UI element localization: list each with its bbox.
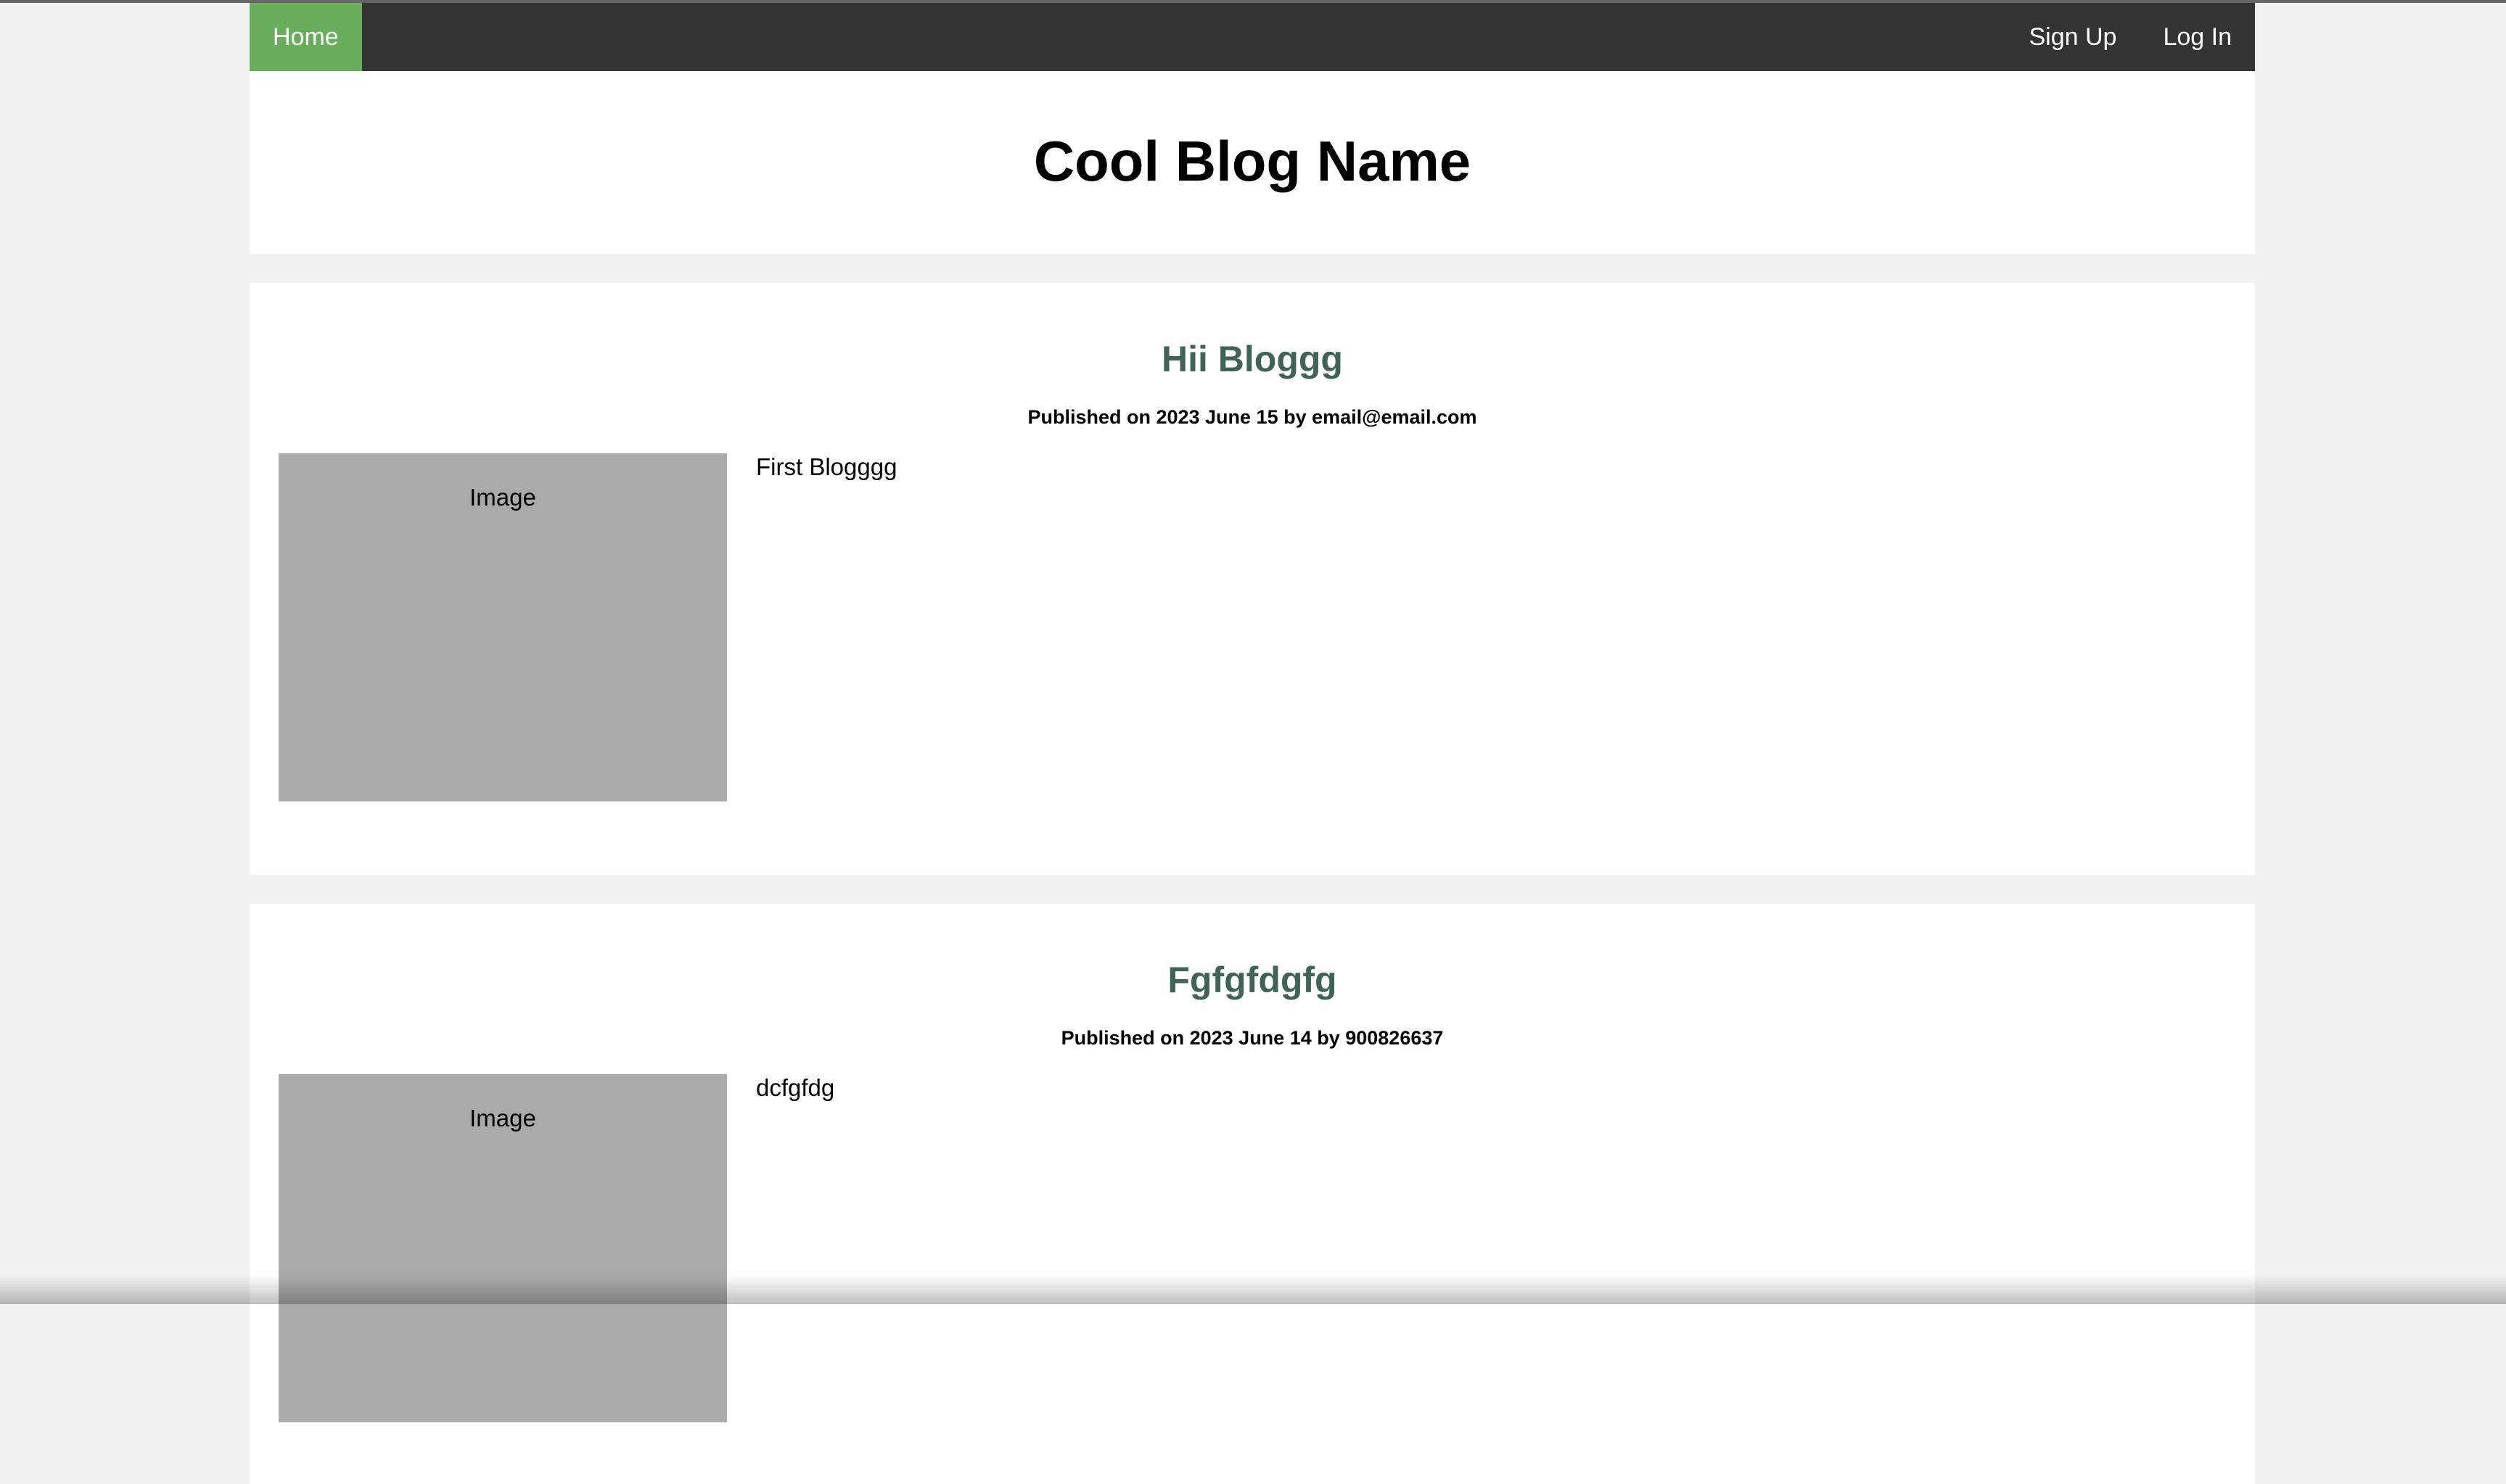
- top-navbar: Home Sign Up Log In: [250, 3, 2255, 71]
- nav-left-group: Home: [250, 3, 362, 71]
- nav-right-group: Sign Up Log In: [2006, 3, 2256, 71]
- post-meta: Published on 2023 June 14 by 900826637: [1061, 1027, 1444, 1049]
- nav-home-link[interactable]: Home: [250, 3, 362, 71]
- post-body: Image First Blogggg: [279, 453, 2226, 801]
- post-card: Fgfgfdgfg Published on 2023 June 14 by 9…: [250, 904, 2255, 1484]
- post-title[interactable]: Hii Bloggg: [279, 338, 2226, 380]
- post-image-label: Image: [469, 484, 536, 511]
- nav-login-link[interactable]: Log In: [2140, 3, 2255, 71]
- page-container: Home Sign Up Log In Cool Blog Name Hii B…: [250, 3, 2255, 1484]
- post-text: dcfgfdg: [756, 1074, 835, 1101]
- nav-signup-link[interactable]: Sign Up: [2006, 3, 2140, 71]
- post-image-label: Image: [469, 1105, 536, 1131]
- post-text: First Blogggg: [756, 453, 897, 480]
- post-image-placeholder: Image: [279, 453, 727, 801]
- post-body: Image dcfgfdg: [279, 1074, 2226, 1422]
- post-title[interactable]: Fgfgfdgfg: [279, 959, 2226, 1001]
- post-meta: Published on 2023 June 15 by email@email…: [1027, 406, 1477, 428]
- post-image-placeholder: Image: [279, 1074, 727, 1422]
- post-card: Hii Bloggg Published on 2023 June 15 by …: [250, 283, 2255, 875]
- blog-title: Cool Blog Name: [1033, 128, 1471, 193]
- blog-header: Cool Blog Name: [250, 71, 2255, 254]
